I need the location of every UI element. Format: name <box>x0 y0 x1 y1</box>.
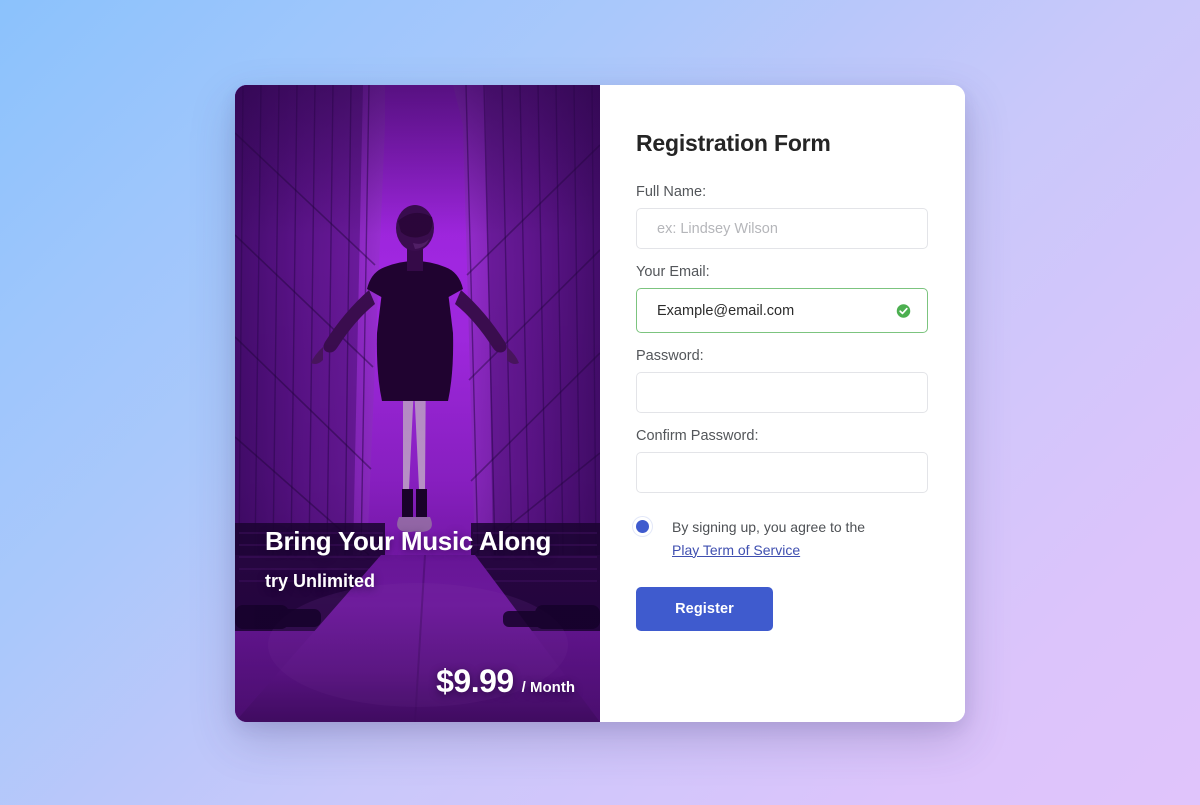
registration-card: Bring Your Music Along try Unlimited $9.… <box>235 85 965 722</box>
full-name-input-wrap <box>636 208 928 249</box>
terms-radio-button[interactable] <box>636 520 649 533</box>
field-password: Password: <box>636 348 928 413</box>
terms-text: By signing up, you agree to the <box>672 519 866 535</box>
full-name-label: Full Name: <box>636 184 707 200</box>
promo-photo <box>235 85 600 722</box>
confirm-password-input[interactable] <box>636 452 928 493</box>
terms-text-block: By signing up, you agree to the Play Ter… <box>672 517 865 561</box>
promo-headline: Bring Your Music Along <box>265 526 552 557</box>
form-panel: Registration Form Full Name: Your Email: <box>600 85 965 722</box>
email-label: Your Email: <box>636 264 710 280</box>
page-title: Registration Form <box>636 130 831 156</box>
promo-price-period: / Month <box>521 679 575 696</box>
promo-price-block: $9.99 / Month <box>436 663 575 700</box>
full-name-input[interactable] <box>636 208 928 249</box>
password-input[interactable] <box>636 372 928 413</box>
confirm-password-label: Confirm Password: <box>636 428 759 444</box>
check-circle-icon <box>896 303 911 318</box>
email-input-wrap <box>636 288 928 333</box>
password-label: Password: <box>636 348 704 364</box>
email-input[interactable] <box>636 288 928 333</box>
promo-price: $9.99 <box>436 663 514 699</box>
field-email: Your Email: <box>636 264 928 333</box>
confirm-password-input-wrap <box>636 452 928 493</box>
promo-panel: Bring Your Music Along try Unlimited $9.… <box>235 85 600 722</box>
terms-row[interactable]: By signing up, you agree to the Play Ter… <box>636 517 928 561</box>
terms-of-service-link[interactable]: Play Term of Service <box>672 540 800 562</box>
field-full-name: Full Name: <box>636 184 928 249</box>
field-confirm-password: Confirm Password: <box>636 428 928 493</box>
promo-text-block: Bring Your Music Along try Unlimited <box>265 526 578 592</box>
password-input-wrap <box>636 372 928 413</box>
register-button[interactable]: Register <box>636 587 773 632</box>
promo-subheadline: try Unlimited <box>265 571 376 591</box>
